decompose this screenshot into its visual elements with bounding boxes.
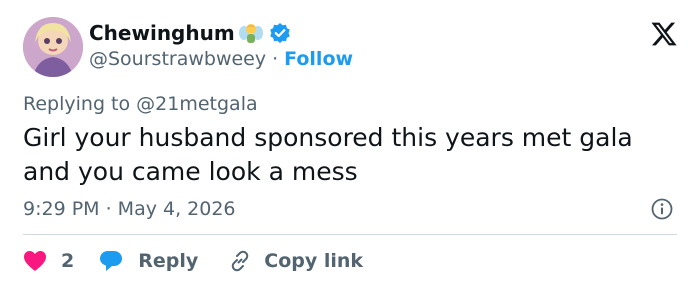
divider <box>23 234 677 235</box>
copy-link-label: Copy link <box>264 250 364 272</box>
fairy-emoji-icon <box>238 21 263 45</box>
verified-badge-icon <box>269 22 291 44</box>
follow-button[interactable]: Follow <box>284 48 353 70</box>
replying-to: Replying to @21metgala <box>23 93 258 115</box>
heart-icon <box>24 251 46 271</box>
display-name-text: Chewinghum <box>89 21 235 45</box>
like-button[interactable]: 2 <box>23 250 98 272</box>
reply-bubble-icon <box>100 251 123 271</box>
action-bar: 2 Reply Copy link <box>23 248 363 274</box>
avatar-illustration-icon <box>23 17 83 77</box>
display-name[interactable]: Chewinghum <box>89 21 291 45</box>
reply-button[interactable]: Reply <box>98 249 228 273</box>
handle-separator: · <box>272 48 279 70</box>
reply-mention-link[interactable]: @21metgala <box>136 93 257 115</box>
avatar[interactable] <box>23 17 83 77</box>
x-logo-icon[interactable] <box>650 20 678 48</box>
tweet-timestamp[interactable]: 9:29 PM · May 4, 2026 <box>23 198 236 220</box>
tweet-text-line: and you came look a mess <box>23 157 358 186</box>
info-icon[interactable] <box>650 197 674 221</box>
reply-label: Reply <box>138 250 199 272</box>
tweet-text-line: Girl your husband sponsored this years m… <box>23 123 633 152</box>
handle-row: @Sourstrawbweey · Follow <box>89 48 353 70</box>
user-handle[interactable]: @Sourstrawbweey <box>89 48 266 70</box>
copy-link-button[interactable]: Copy link <box>228 249 363 273</box>
like-count: 2 <box>61 250 75 272</box>
replying-prefix: Replying to <box>23 93 131 115</box>
tweet-text: Girl your husband sponsored this years m… <box>23 121 673 189</box>
link-icon <box>231 250 249 272</box>
